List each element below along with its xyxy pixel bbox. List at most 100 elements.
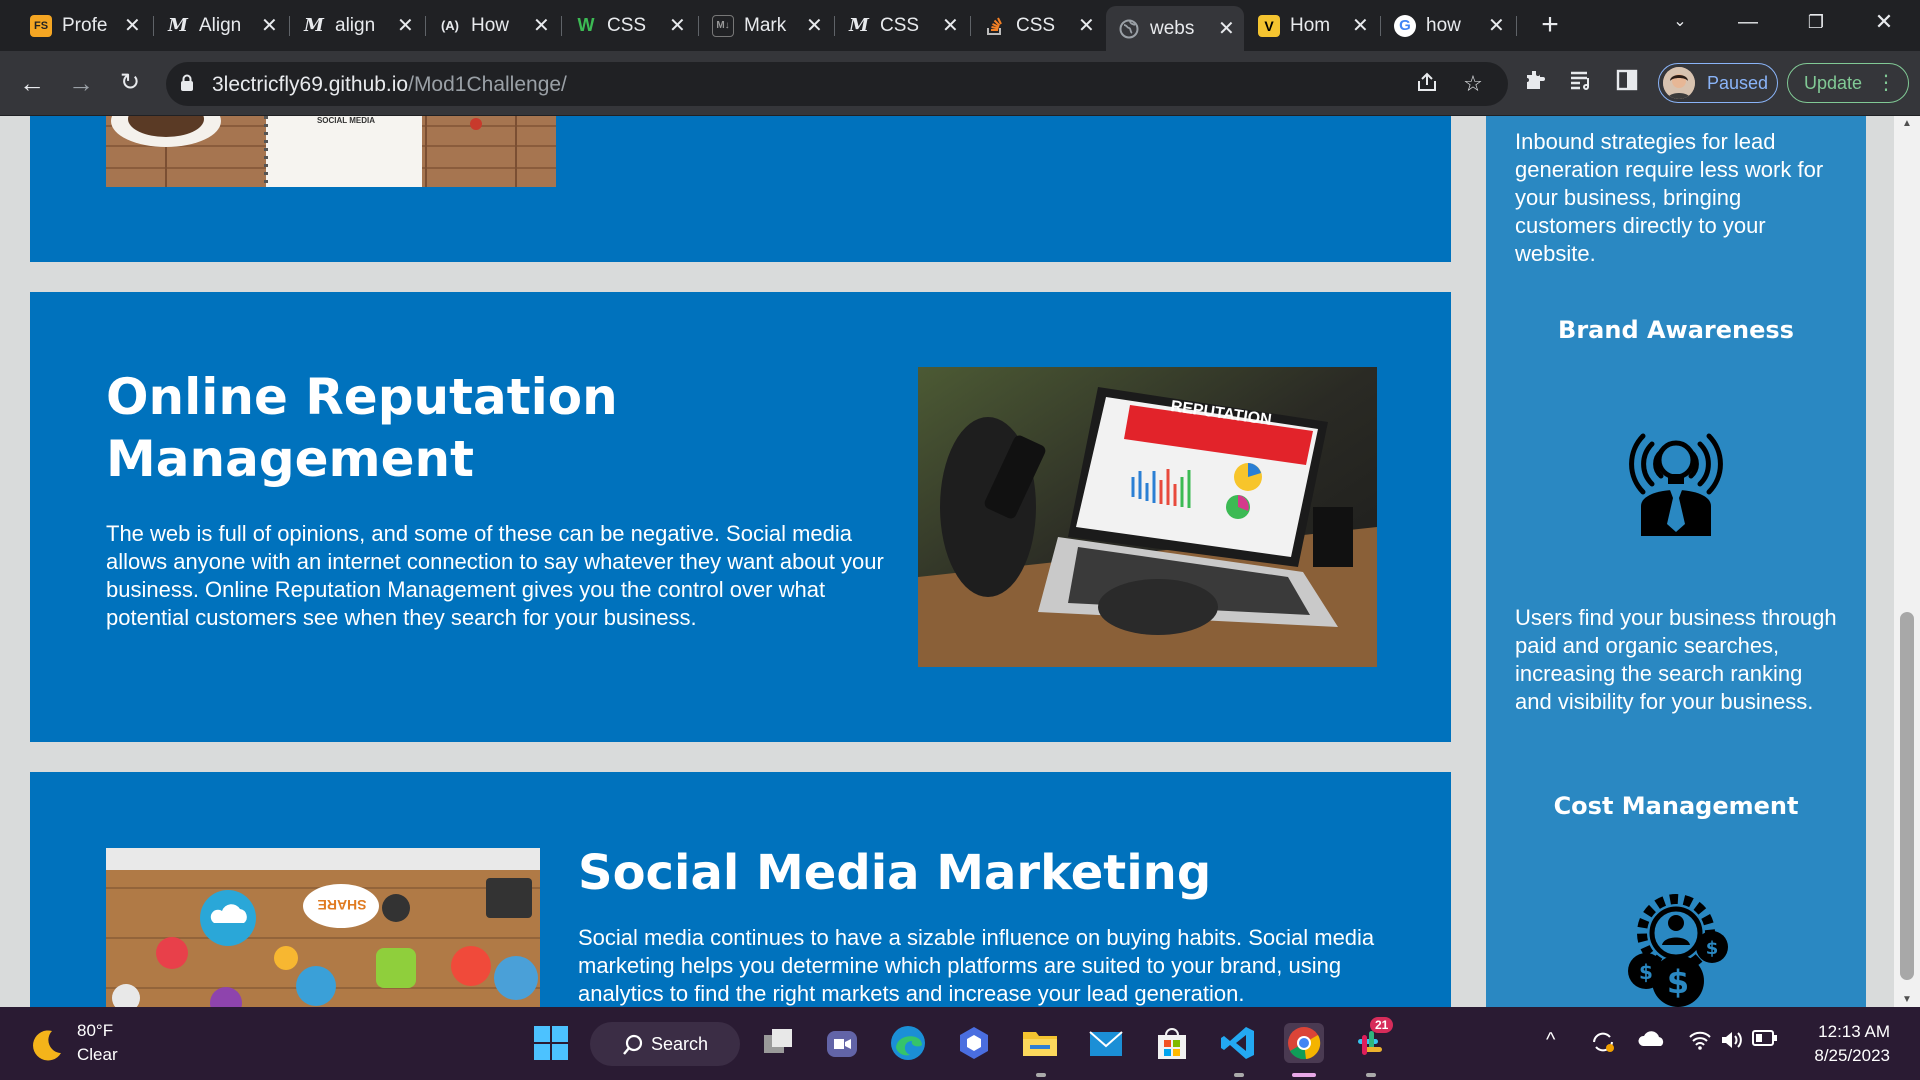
side-panel-icon[interactable] [1611,68,1643,100]
scroll-down-icon[interactable]: ▼ [1894,994,1920,1005]
tab-3[interactable]: M align ✕ [291,8,423,43]
share-icon[interactable] [1414,71,1440,97]
search-label: Search [651,1034,709,1054]
onedrive-icon[interactable] [1638,1029,1666,1055]
chrome-icon[interactable] [1284,1023,1324,1063]
address-bar[interactable]: 3lectricfly69.github.io/Mod1Challenge/ ☆ [166,62,1508,106]
tab-strip: FS Profe ✕ M Align ✕ M align ✕ (A) How ✕… [0,0,1920,51]
tab-title: Hom [1290,14,1331,36]
tab-title: webs [1150,17,1195,39]
brand-awareness-heading: Brand Awareness [1558,316,1794,344]
slack-icon[interactable]: 21 [1350,1017,1394,1063]
google-icon: G [1394,14,1416,37]
tab-4[interactable]: (A) How ✕ [427,8,559,43]
tab-2[interactable]: M Align ✕ [155,8,287,43]
tab-7[interactable]: M CSS ✕ [836,8,968,43]
close-tab-icon[interactable]: ✕ [261,13,278,38]
social-media-card: SHARE Social Media Marketing Social medi… [30,772,1451,1007]
tab-5[interactable]: W CSS ✕ [563,8,695,43]
new-tab-button[interactable]: + [1534,8,1566,42]
tab-active-website[interactable]: webs ✕ [1106,6,1244,51]
tab-title: How [471,14,510,36]
lead-generation-text: Inbound strategies for lead generation r… [1515,129,1824,266]
reload-button[interactable]: ↻ [112,65,148,101]
social-share-image: SHARE [106,848,540,1007]
show-hidden-icons-icon[interactable]: ^ [1546,1029,1555,1052]
close-window-icon[interactable]: ✕ [1856,0,1912,44]
edge-icon[interactable] [888,1023,928,1063]
windows-taskbar: 80°F Clear Search 21 ^ 12:13 AM 8/25/202… [0,1007,1920,1080]
reading-list-icon[interactable] [1565,68,1597,100]
microsoft-store-icon[interactable] [1152,1023,1192,1063]
tab-11[interactable]: G how ✕ [1382,8,1514,43]
favicon-icon: V [1258,14,1280,37]
svg-text:$: $ [1706,938,1719,959]
system-clock[interactable]: 12:13 AM 8/25/2023 [1770,1020,1890,1068]
tab-8[interactable]: CSS ✕ [972,8,1104,43]
favicon-icon: FS [30,14,52,37]
profile-paused-button[interactable]: Paused [1658,63,1778,103]
close-tab-icon[interactable]: ✕ [806,13,823,38]
close-tab-icon[interactable]: ✕ [1218,16,1235,41]
tab-title: how [1426,14,1461,36]
forward-button[interactable]: → [63,65,99,101]
taskbar-search[interactable]: Search [590,1022,740,1066]
volume-icon[interactable] [1720,1029,1744,1057]
tab-title: Mark [744,14,787,36]
reputation-laptop-image: REPUTATION [918,367,1377,667]
close-tab-icon[interactable]: ✕ [942,13,959,38]
services-sidebar: Inbound strategies for lead generation r… [1486,116,1866,1007]
teams-chat-icon[interactable] [822,1023,862,1063]
back-button[interactable]: ← [14,65,50,101]
tab-6[interactable]: M↓ Mark ✕ [700,8,832,43]
more-menu-icon[interactable]: ⋮ [1876,70,1896,95]
weather-temperature: 80°F [77,1021,114,1040]
file-explorer-icon[interactable] [1020,1023,1060,1063]
close-tab-icon[interactable]: ✕ [1078,13,1095,38]
close-tab-icon[interactable]: ✕ [669,13,686,38]
social-media-heading: Social Media Marketing [578,845,1212,901]
favicon-icon: M↓ [712,14,734,37]
close-tab-icon[interactable]: ✕ [1488,13,1505,38]
extensions-icon[interactable] [1519,68,1551,100]
favicon-icon: W [577,15,595,35]
close-tab-icon[interactable]: ✕ [1352,13,1369,38]
update-label: Update [1804,73,1863,93]
sync-icon[interactable] [1590,1029,1616,1061]
browser-toolbar: ← → ↻ 3lectricfly69.github.io/Mod1Challe… [0,51,1920,116]
wifi-icon[interactable] [1688,1029,1712,1057]
scroll-up-icon[interactable]: ▲ [1894,118,1920,129]
tab-10[interactable]: V Hom ✕ [1246,8,1378,43]
svg-text:$: $ [1667,963,1689,1001]
cost-management-heading: Cost Management [1553,792,1799,820]
restore-icon[interactable]: ❐ [1788,0,1844,44]
favicon-icon: (A) [440,18,460,33]
tab-search-icon[interactable]: ⌄ [1652,0,1708,44]
favicon-icon: M [168,15,188,36]
close-tab-icon[interactable]: ✕ [397,13,414,38]
mail-icon[interactable] [1086,1023,1126,1063]
tab-1[interactable]: FS Profe ✕ [18,8,150,43]
minimize-icon[interactable]: — [1720,0,1776,44]
copilot-icon[interactable] [954,1023,994,1063]
reputation-card: Online Reputation Management The web is … [30,292,1451,742]
page-scrollbar[interactable]: ▲ ▼ [1894,116,1920,1007]
update-button[interactable]: Update ⋮ [1787,63,1909,103]
brand-awareness-icon [1623,416,1729,536]
vscode-icon[interactable] [1218,1023,1258,1063]
scrollbar-thumb[interactable] [1900,612,1914,980]
search-icon [623,1034,643,1055]
windows-start-icon[interactable] [531,1023,571,1063]
social-media-body: Social media continues to have a sizable… [578,925,1375,1006]
lock-icon[interactable] [180,74,194,92]
tab-title: align [335,14,376,36]
bookmark-star-icon[interactable]: ☆ [1460,71,1486,97]
running-indicator [1234,1073,1244,1077]
tab-title: CSS [1016,14,1056,36]
favicon-icon: M [849,15,869,36]
close-tab-icon[interactable]: ✕ [533,13,550,38]
cost-management-icon: $ $ $ [1618,893,1734,1007]
task-view-icon[interactable] [758,1023,798,1063]
running-indicator [1036,1073,1046,1077]
close-tab-icon[interactable]: ✕ [124,13,141,38]
